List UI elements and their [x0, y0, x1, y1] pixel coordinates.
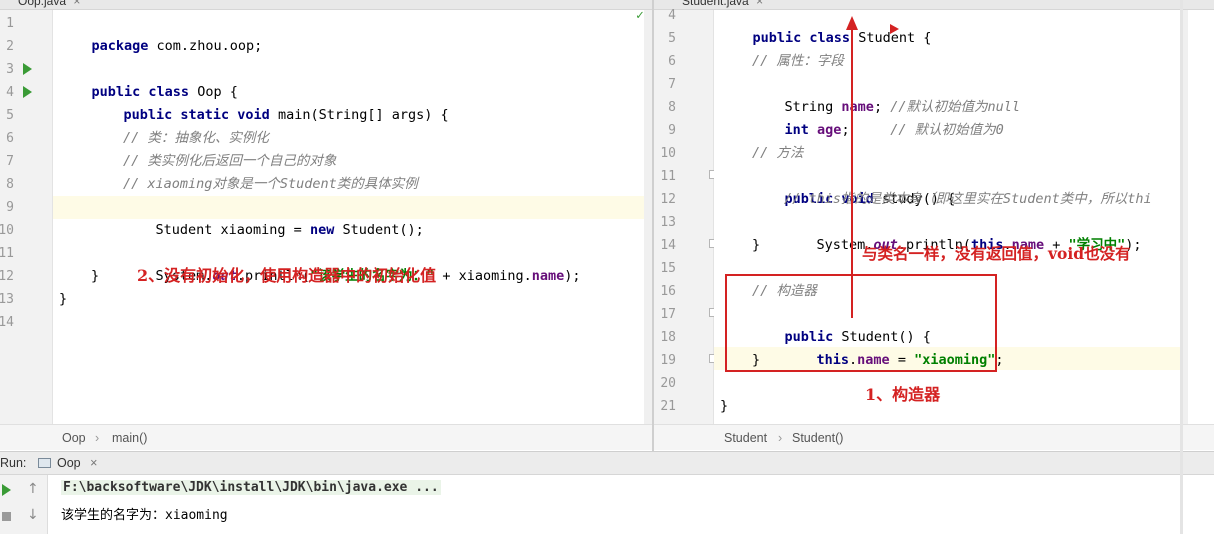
tab-oop-java[interactable]: Oop.java × [18, 0, 80, 9]
line-number: 6 [668, 54, 676, 69]
console-output-line: 该学生的名字为：xiaoming [61, 508, 228, 523]
code-line-21: } [720, 398, 729, 414]
line-number: 7 [6, 154, 14, 169]
line-number: 11 [660, 169, 676, 184]
left-gutter: 1 2 3 4 5 6 7 8 9 10 11 12 13 14 [0, 10, 53, 424]
run-main-icon[interactable] [23, 86, 32, 98]
code-line-6: // 类：抽象化、实例化 [123, 130, 269, 146]
breadcrumb-method[interactable]: main() [112, 425, 147, 451]
stop-icon[interactable] [2, 512, 11, 521]
annotation-arrow-head-icon [846, 16, 858, 30]
left-editor[interactable]: ✓ package com.zhou.oop; public class Oop… [53, 8, 652, 424]
code-line-13: } [59, 291, 68, 307]
code-line-8: // xiaoming对象是一个Student类的具体实例 [123, 176, 418, 192]
line-number: 9 [668, 123, 676, 138]
tab-close-icon[interactable]: × [73, 0, 80, 8]
code-line-3: public class Oop { [91, 84, 238, 100]
line-number: 2 [6, 39, 14, 54]
line-number: 20 [660, 376, 676, 391]
console-output[interactable]: F:\backsoftware\JDK\install\JDK\bin\java… [48, 475, 1214, 534]
run-class-icon[interactable] [23, 63, 32, 75]
code-line-13: System.out.println(this.name + "学习中"); [816, 237, 1142, 253]
line-number: 5 [6, 108, 14, 123]
tab-label: Student.java [682, 0, 749, 8]
run-config-tab[interactable]: Oop × [38, 452, 97, 475]
line-number: 12 [0, 269, 14, 284]
tab-close-icon[interactable]: × [756, 0, 763, 8]
line-number: 10 [660, 146, 676, 161]
code-line-7: String name; //默认初始值为null [784, 99, 1020, 115]
line-number: 6 [6, 131, 14, 146]
breadcrumb-class[interactable]: Oop [62, 425, 86, 451]
right-tab-bar: Student.java × [654, 0, 1214, 10]
code-line-6: // 属性：字段 [752, 53, 844, 69]
line-number: 13 [660, 215, 676, 230]
code-line-4: public static void main(String[] args) { [123, 107, 449, 123]
line-number: 3 [6, 62, 14, 77]
code-line-8: int age; // 默认初始值为0 [784, 122, 1004, 138]
run-tab-label: Oop [57, 456, 81, 470]
tab-student-java[interactable]: Student.java × [682, 0, 763, 9]
line-number: 15 [660, 261, 676, 276]
breadcrumb-sep-icon: › [95, 431, 100, 445]
inspection-ok-icon: ✓ [636, 8, 644, 23]
code-line-12: } [91, 268, 100, 284]
run-toolbar-left: ↑ ↓ [0, 475, 48, 534]
left-breadcrumb: Oop › main() [0, 424, 652, 450]
code-line-7: // 类实例化后返回一个自己的对象 [123, 153, 337, 169]
window-right-edge [1180, 0, 1183, 534]
code-line-11: public void study() { [784, 191, 956, 207]
left-tab-bar: Oop.java × [0, 0, 652, 10]
run-label: Run: [0, 456, 27, 470]
line-number: 5 [668, 31, 676, 46]
breadcrumb-method[interactable]: Student() [792, 425, 843, 451]
annotation-arrow-line [851, 28, 853, 318]
run-tool-bar: Run: Oop × [0, 451, 1214, 475]
scroll-down-icon[interactable]: ↓ [27, 507, 39, 523]
line-number: 12 [660, 192, 676, 207]
constructor-highlight-box [725, 274, 997, 372]
right-gutter: 4 5 6 7 8 9 10 11 12 13 14 15 16 17 18 19 20 21 [654, 8, 718, 424]
line-number: 14 [660, 238, 676, 253]
annotation-constructor: 1、构造器 [865, 385, 941, 404]
right-editor[interactable]: public class Student { // 属性：字段 String n… [714, 10, 1214, 424]
line-number: 4 [668, 8, 676, 23]
right-breadcrumb: Student › Student() [654, 424, 1214, 450]
console-command-line: F:\backsoftware\JDK\install\JDK\bin\java… [61, 480, 441, 495]
code-line-4: public class Student { [752, 30, 932, 46]
line-number: 8 [6, 177, 14, 192]
code-line-1: package com.zhou.oop; [91, 38, 263, 54]
run-tab-close-icon[interactable]: × [90, 456, 97, 470]
line-number: 8 [668, 100, 676, 115]
line-number: 7 [668, 77, 676, 92]
line-number: 18 [660, 330, 676, 345]
line-number: 4 [6, 85, 14, 100]
annotation-initialization: 2、没有初始化，使用构造器中的初始化值 [137, 266, 437, 285]
code-line-10: // 方法 [752, 145, 804, 161]
line-number: 14 [0, 315, 14, 330]
rerun-icon[interactable] [2, 484, 11, 496]
line-number: 1 [6, 16, 14, 31]
line-number: 10 [0, 223, 14, 238]
annotation-constructor-rule: 与类名一样，没有返回值，void也没有 [862, 244, 1131, 263]
line-number: 19 [660, 353, 676, 368]
line-number: 21 [660, 399, 676, 414]
code-line-9: Student xiaoming = new Student(); [155, 222, 424, 238]
line-number: 11 [0, 246, 14, 261]
scroll-up-icon[interactable]: ↑ [27, 481, 39, 497]
cursor-caret-icon [890, 24, 899, 34]
line-number: 17 [660, 307, 676, 322]
line-number: 13 [0, 292, 14, 307]
console-icon [38, 458, 51, 468]
breadcrumb-class[interactable]: Student [724, 425, 767, 451]
breadcrumb-sep-icon: › [778, 431, 783, 445]
tab-label: Oop.java [18, 0, 67, 8]
left-scrollbar[interactable] [644, 10, 652, 424]
line-number: 9 [6, 200, 14, 215]
line-number: 16 [660, 284, 676, 299]
code-line-14: } [752, 237, 761, 253]
code-line-12: // this指的是类本身（即这里实在Student类中，所以thi [784, 191, 1152, 207]
